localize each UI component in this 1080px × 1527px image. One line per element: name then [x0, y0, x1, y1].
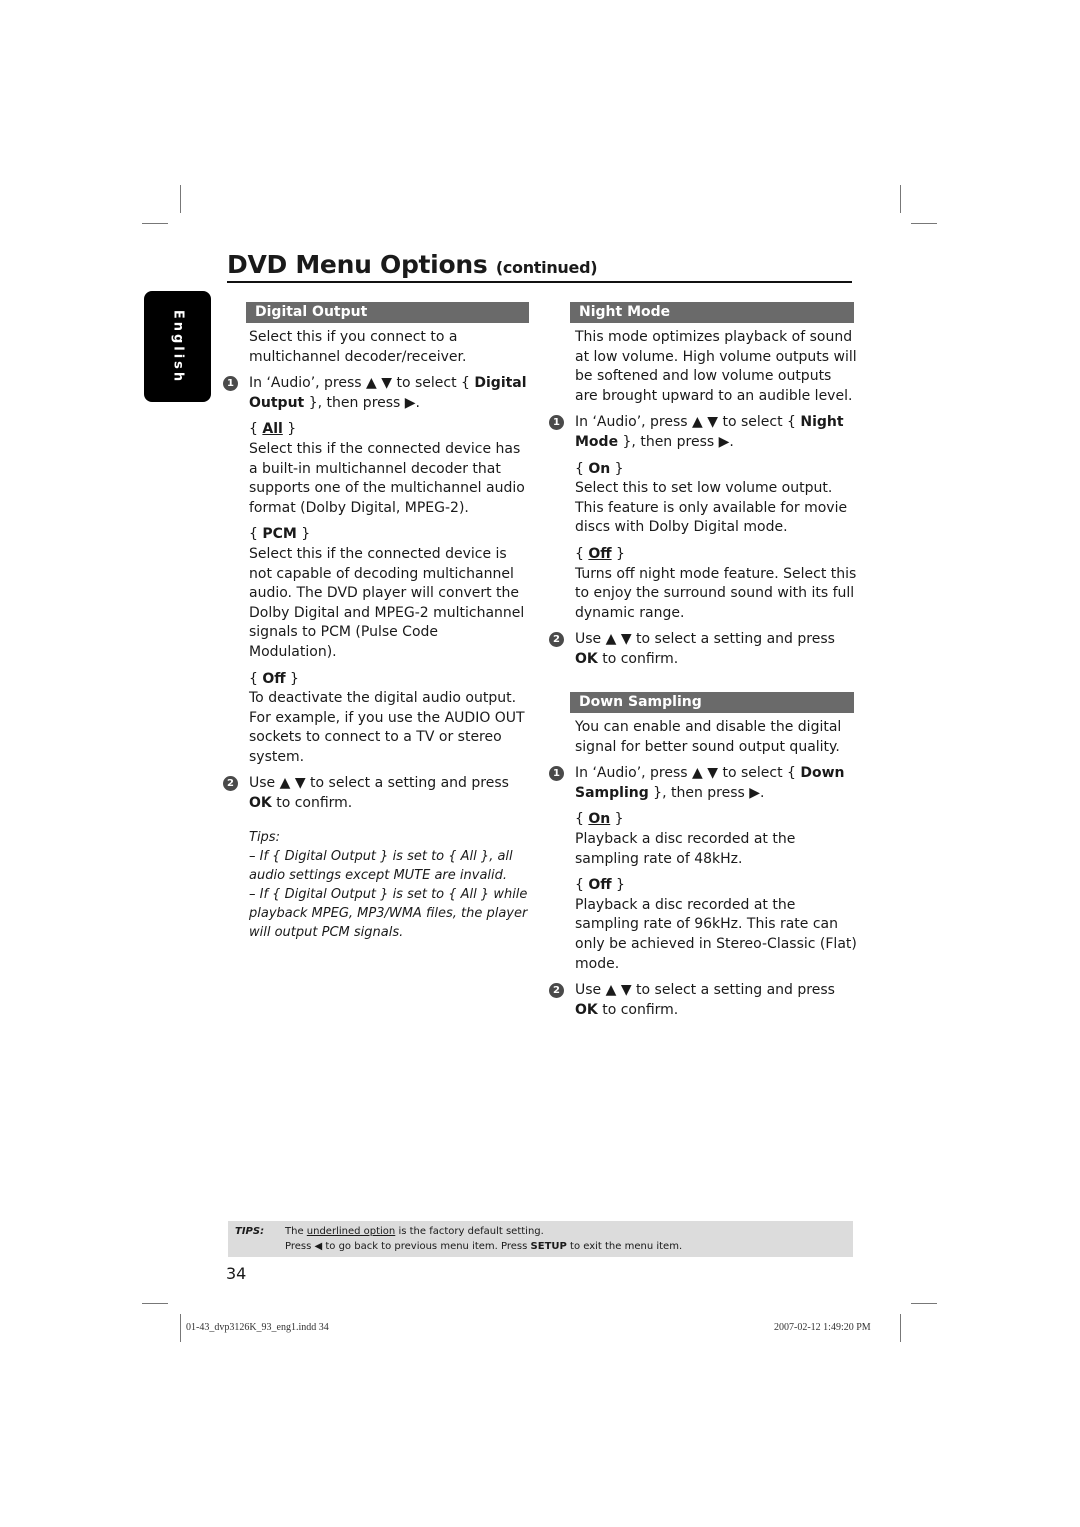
option-description: Turns off night mode feature. Select thi… [575, 565, 857, 621]
option-description: Select this if the connected device has … [249, 440, 525, 516]
section-header-down-sampling: Down Sampling [570, 692, 854, 713]
crop-mark [900, 1314, 901, 1342]
night-mode-section: Night Mode This mode optimizes playback … [549, 302, 857, 670]
step-number-icon: 2 [549, 632, 564, 648]
step-2: 2 Use ▲ ▼ to select a setting and press … [223, 774, 529, 813]
section-header-night-mode: Night Mode [570, 302, 854, 323]
option-description: To deactivate the digital audio output. … [249, 690, 525, 765]
section-intro: This mode optimizes playback of sound at… [575, 329, 857, 404]
step-number-icon: 1 [549, 766, 564, 782]
step-1: 1 In ‘Audio’, press ▲ ▼ to select { Down… [549, 764, 857, 803]
option-on: { On } Playback a disc recorded at the s… [575, 810, 857, 869]
step-1: 1 In ‘Audio’, press ▲ ▼ to select { Nigh… [549, 413, 857, 452]
title-rule [227, 281, 852, 283]
option-label: PCM [262, 526, 297, 543]
step-2: 2 Use ▲ ▼ to select a setting and press … [549, 981, 857, 1020]
step-number-icon: 1 [223, 376, 238, 392]
option-all: { All } Select this if the connected dev… [249, 420, 529, 518]
footer-tips-box: TIPS: The underlined option is the facto… [228, 1221, 853, 1257]
option-label: All [262, 421, 283, 438]
option-description: Playback a disc recorded at the sampling… [575, 896, 857, 972]
slug-timestamp: 2007-02-12 1:49:20 PM [774, 1322, 871, 1333]
option-off: { Off } Playback a disc recorded at the … [575, 876, 857, 974]
option-off: { Off } To deactivate the digital audio … [249, 670, 529, 768]
option-label: On [588, 811, 611, 828]
footer-tips-line-1: The underlined option is the factory def… [285, 1226, 544, 1237]
page-title-continued: (continued) [495, 258, 598, 277]
page-title-main: DVD Menu Options [227, 250, 488, 279]
section-header-digital-output: Digital Output [246, 302, 529, 323]
step-number-icon: 2 [223, 776, 238, 792]
tips-block: Tips: – If { Digital Output } is set to … [249, 828, 529, 942]
option-pcm: { PCM } Select this if the connected dev… [249, 525, 529, 662]
down-sampling-section: Down Sampling You can enable and disable… [549, 692, 857, 1020]
slug-filename: 01-43_dvp3126K_93_eng1.indd 34 [186, 1322, 329, 1333]
crop-mark [180, 185, 181, 213]
language-tab-label: English [170, 309, 185, 384]
page-title: DVD Menu Options (continued) [227, 250, 598, 279]
footer-tips-line-2: Press ◀ to go back to previous menu item… [285, 1241, 683, 1252]
option-description: Playback a disc recorded at the sampling… [575, 830, 796, 867]
digital-output-section: Digital Output Select this if you connec… [223, 302, 529, 942]
option-label: Off [262, 670, 286, 687]
crop-mark [911, 223, 937, 224]
step-2: 2 Use ▲ ▼ to select a setting and press … [549, 630, 857, 669]
option-label: Off [588, 877, 612, 894]
crop-mark [911, 1303, 937, 1304]
crop-mark [142, 223, 168, 224]
option-label: Off [588, 545, 612, 562]
option-description: Select this if the connected device is n… [249, 545, 525, 660]
option-description: Select this to set low volume output. Th… [575, 480, 848, 536]
option-off: { Off } Turns off night mode feature. Se… [575, 545, 857, 623]
page-number: 34 [226, 1264, 247, 1283]
crop-mark [900, 185, 901, 213]
option-label: On [588, 460, 611, 477]
crop-mark [142, 1303, 168, 1304]
language-tab: English [144, 291, 211, 402]
step-number-icon: 2 [549, 983, 564, 999]
step-number-icon: 1 [549, 415, 564, 431]
section-intro: Select this if you connect to a multicha… [249, 329, 467, 365]
option-on: { On } Select this to set low volume out… [575, 460, 857, 538]
crop-mark [180, 1314, 181, 1342]
section-intro: You can enable and disable the digital s… [575, 719, 842, 755]
tips-title: Tips: [249, 829, 280, 845]
step-1: 1 In ‘Audio’, press ▲ ▼ to select { Digi… [223, 374, 529, 413]
tip-item: – If { Digital Output } is set to { All … [249, 886, 528, 940]
footer-tips-label: TIPS: [235, 1226, 265, 1237]
tip-item: – If { Digital Output } is set to { All … [249, 848, 513, 883]
